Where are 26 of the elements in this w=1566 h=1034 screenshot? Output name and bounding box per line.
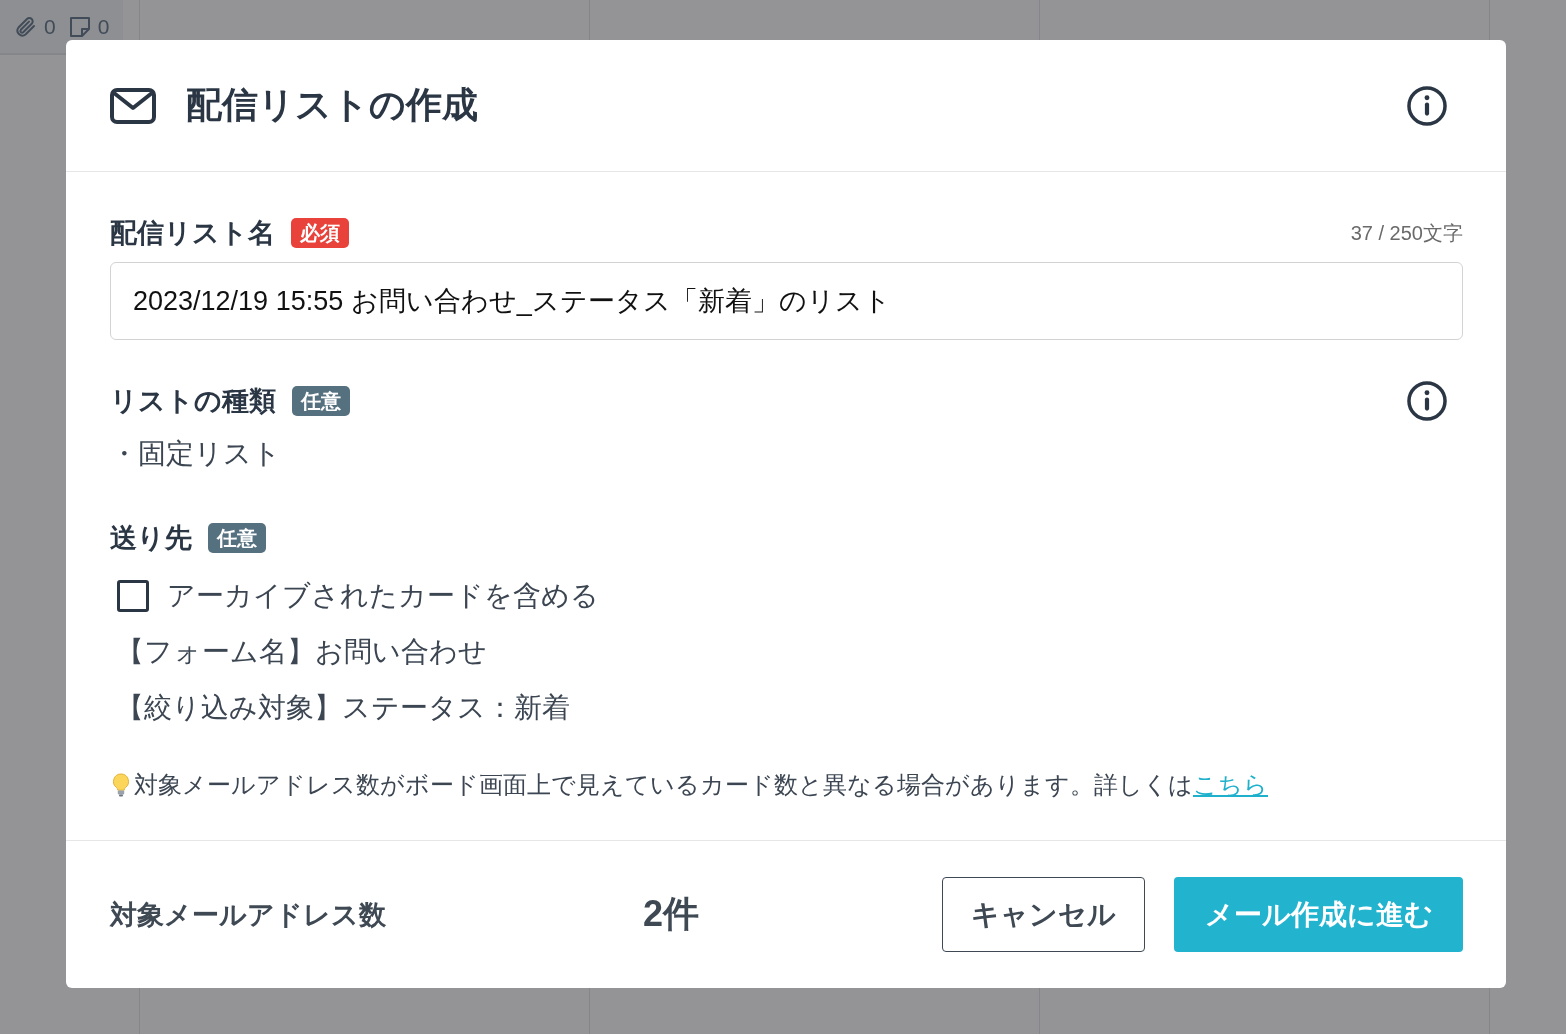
checkbox[interactable] [117, 580, 149, 612]
dialog-title: 配信リストの作成 [186, 83, 479, 127]
input-field[interactable]: 2023/12/19 15:55 お問い合わせ_ステータス「新着」のリスト [110, 262, 1463, 340]
mail-icon [110, 87, 156, 124]
filter-condition: 【絞り込み対象】ステータス：新着 [116, 691, 571, 725]
lightbulb-icon [110, 772, 132, 798]
field-label: 配信リスト名 [110, 217, 275, 250]
paperclip-icon [14, 14, 38, 39]
field-label: 送り先 [110, 522, 192, 555]
filter-condition: 【フォーム名】お問い合わせ [116, 635, 488, 669]
note-icon [67, 14, 92, 39]
info-icon [1406, 380, 1448, 422]
address-count: 2件 [643, 892, 701, 936]
info-icon [1406, 84, 1448, 127]
note-count: 0 [97, 14, 110, 39]
attachment-count: 0 [44, 14, 56, 39]
checkbox-label: アーカイブされたカードを含める [167, 579, 599, 613]
required-badge: 必須 [291, 218, 349, 248]
count-label: 対象メールアドレス数 [110, 898, 387, 932]
notice-text: 対象メールアドレス数がボード画面上で見えているカード数と異なる場合があります。詳しくは こちら [134, 770, 1268, 800]
field-label: リストの種類 [110, 385, 276, 418]
cancel-button[interactable]: キャンセル [942, 877, 1145, 952]
optional-badge: 任意 [292, 386, 350, 416]
list-type-value: ・固定リスト [110, 437, 282, 471]
character-counter: 37 / 250文字 [1350, 220, 1463, 246]
optional-badge: 任意 [208, 523, 266, 553]
